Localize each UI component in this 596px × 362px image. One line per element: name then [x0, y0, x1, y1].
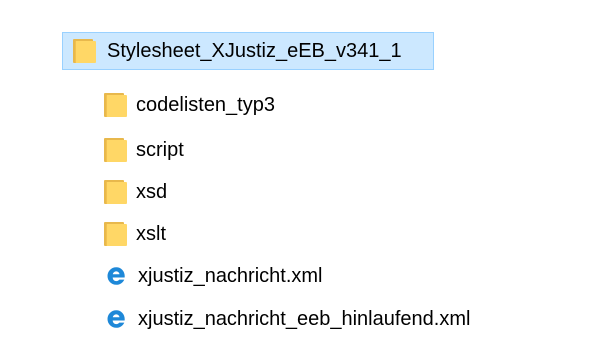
- folder-icon: [104, 180, 127, 204]
- tree-item-folder-script[interactable]: script: [104, 133, 184, 167]
- folder-icon: [104, 138, 127, 162]
- tree-item-folder-xslt[interactable]: xslt: [104, 217, 166, 251]
- tree-item-label: xjustiz_nachricht.xml: [138, 265, 323, 287]
- tree-item-label: xslt: [136, 223, 166, 245]
- tree-item-label: codelisten_typ3: [136, 94, 275, 116]
- tree-item-root-folder[interactable]: Stylesheet_XJustiz_eEB_v341_1: [62, 32, 434, 70]
- tree-item-label: script: [136, 139, 184, 161]
- tree-item-file-xjustiz-nachricht[interactable]: xjustiz_nachricht.xml: [104, 259, 323, 293]
- tree-item-file-xjustiz-nachricht-eeb[interactable]: xjustiz_nachricht_eeb_hinlaufend.xml: [104, 302, 470, 336]
- folder-icon: [104, 222, 127, 246]
- file-tree: Stylesheet_XJustiz_eEB_v341_1 codelisten…: [0, 0, 596, 362]
- tree-item-label: Stylesheet_XJustiz_eEB_v341_1: [107, 40, 402, 62]
- tree-item-label: xsd: [136, 181, 168, 203]
- tree-item-folder-xsd[interactable]: xsd: [104, 175, 167, 209]
- tree-item-label: xjustiz_nachricht_eeb_hinlaufend.xml: [138, 308, 471, 330]
- edge-browser-file-icon: [107, 310, 125, 328]
- folder-icon: [73, 39, 96, 63]
- folder-icon: [104, 93, 127, 117]
- tree-item-folder-codelisten[interactable]: codelisten_typ3: [104, 88, 275, 122]
- edge-browser-file-icon: [107, 267, 125, 285]
